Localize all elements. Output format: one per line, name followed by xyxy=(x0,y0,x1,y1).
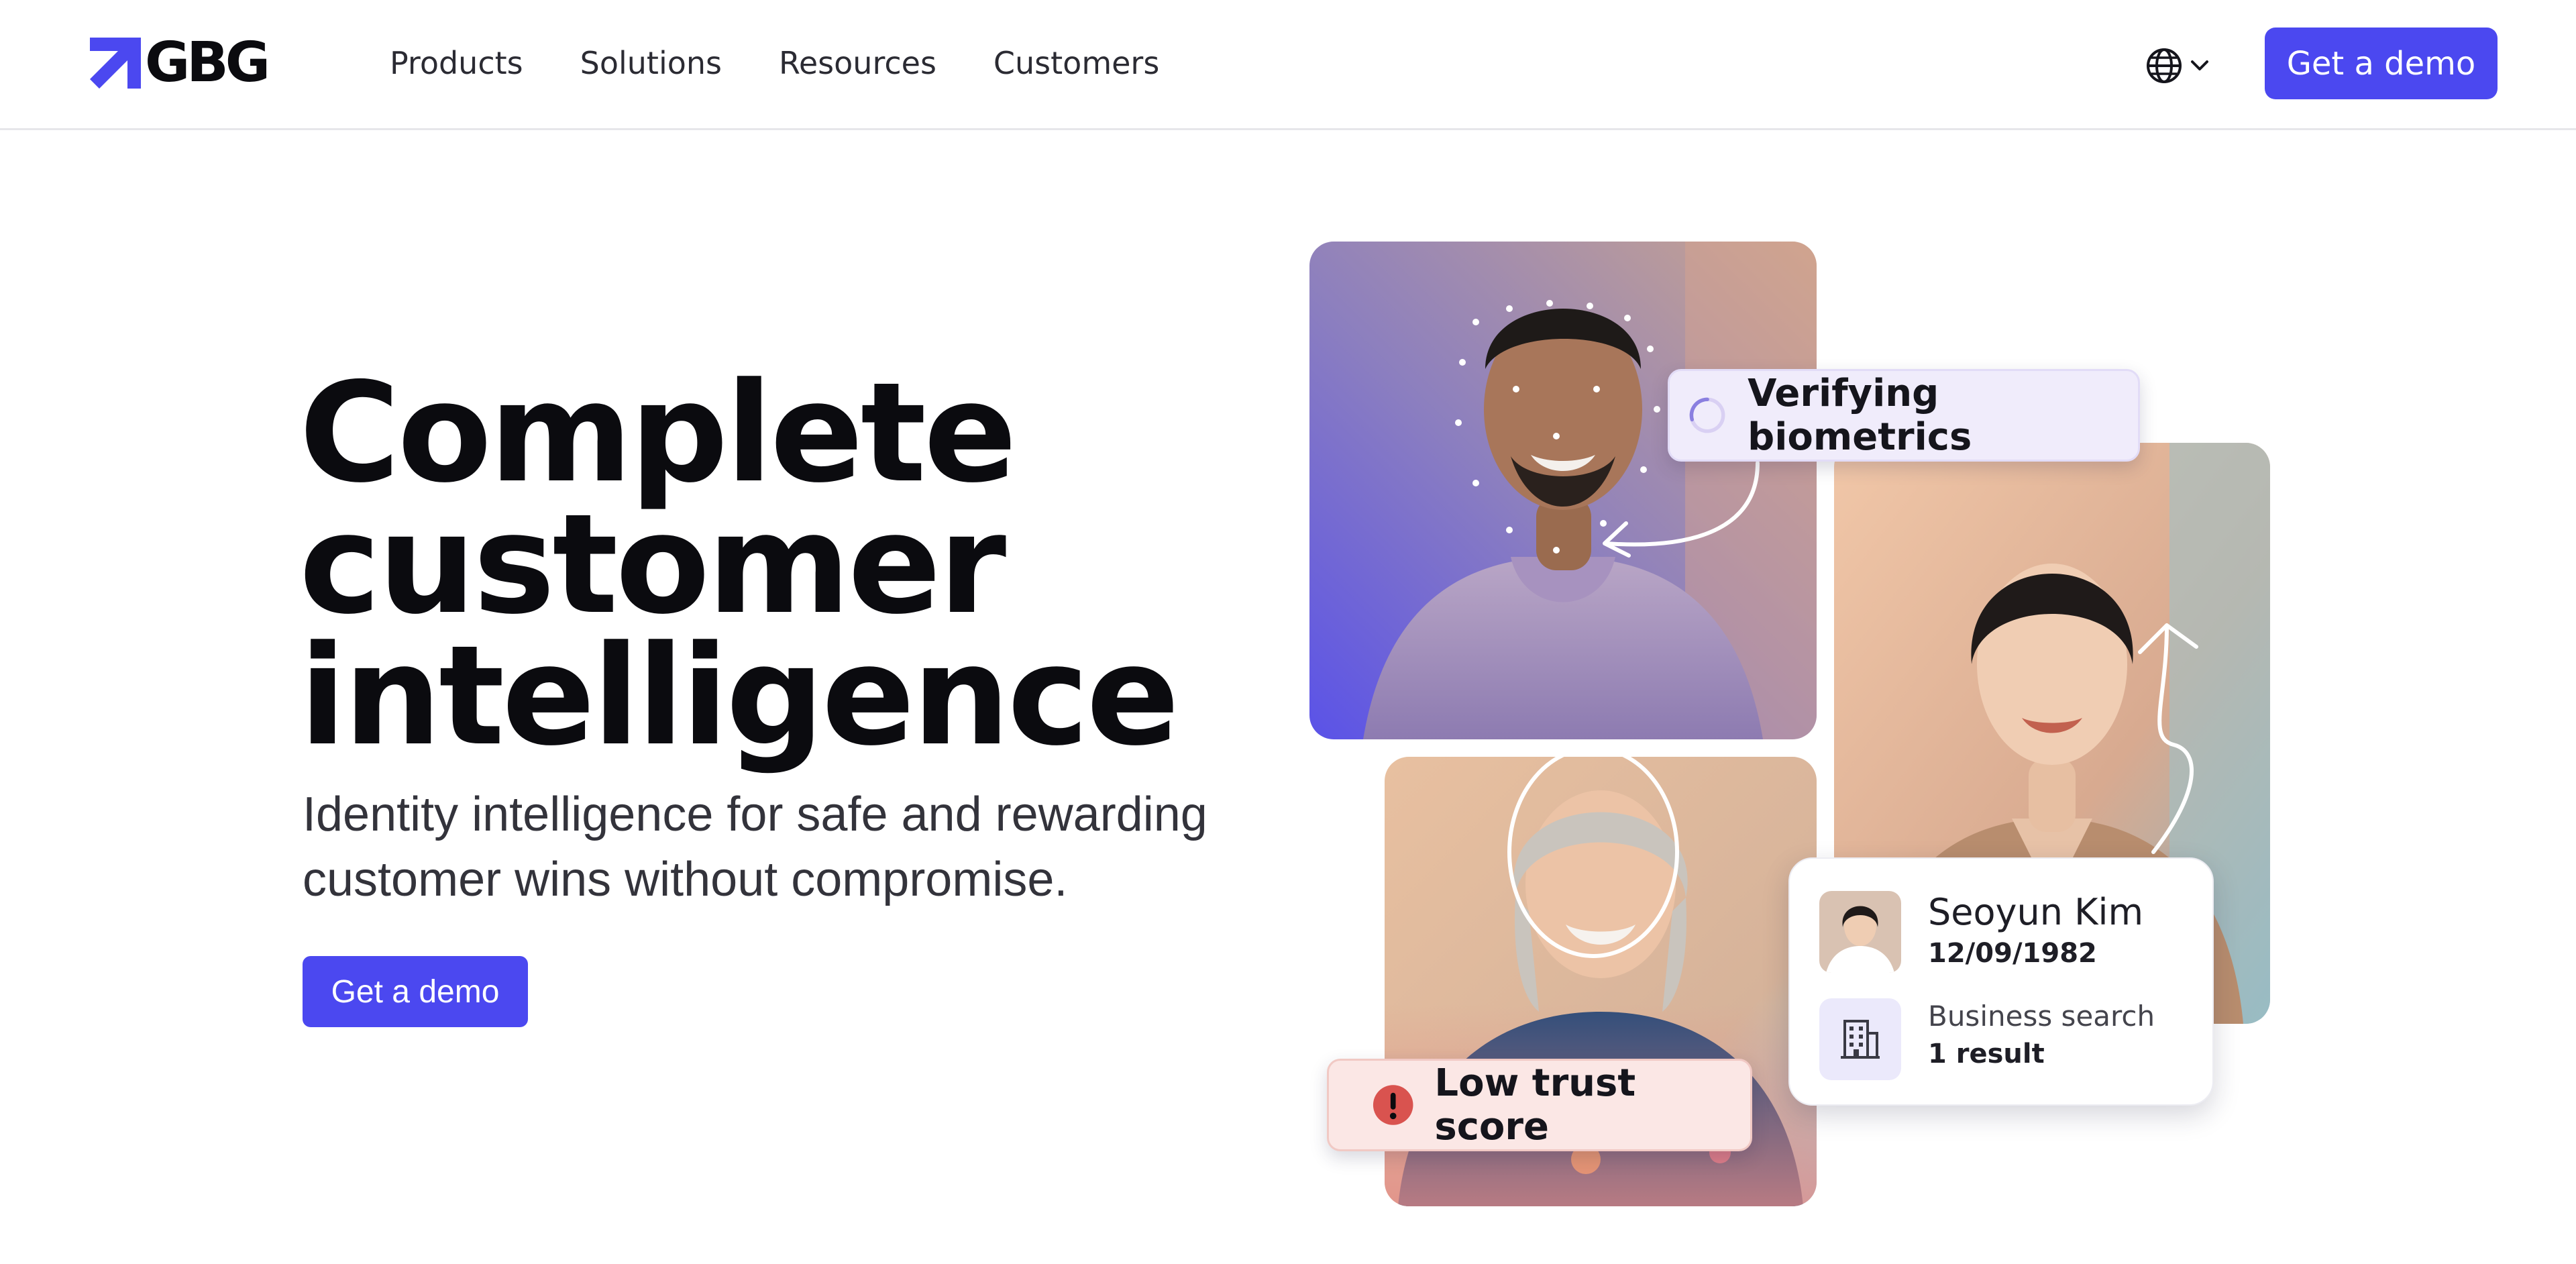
hero-get-demo-button[interactable]: Get a demo xyxy=(303,956,528,1027)
site-header: GBG Products Solutions Resources Custome… xyxy=(0,0,2576,130)
low-trust-score-chip: Low trust score xyxy=(1327,1059,1752,1151)
globe-icon xyxy=(2147,48,2182,83)
profile-name: Seoyun Kim xyxy=(1928,891,2144,933)
hero-title-line: customer xyxy=(299,485,1006,645)
man-portrait-photo xyxy=(1309,242,1817,739)
nav-products[interactable]: Products xyxy=(390,42,523,85)
business-search-result: 1 result xyxy=(1928,1039,2045,1069)
nav-resources[interactable]: Resources xyxy=(779,42,936,85)
header-get-demo-button[interactable]: Get a demo xyxy=(2265,28,2498,99)
business-search-label: Business search xyxy=(1928,1000,2155,1033)
hero-title-line: intelligence xyxy=(299,617,1179,776)
language-selector[interactable] xyxy=(2145,47,2211,85)
verifying-biometrics-label: Verifying biometrics xyxy=(1748,372,1972,459)
brand-name: GBG xyxy=(145,31,270,95)
hero-title: Complete customer intelligence xyxy=(299,354,1238,776)
chevron-down-icon xyxy=(2191,60,2208,70)
gbg-logo[interactable]: GBG xyxy=(90,31,270,95)
verifying-biometrics-chip: Verifying biometrics xyxy=(1668,369,2140,462)
profile-dob: 12/09/1982 xyxy=(1928,938,2097,969)
alert-icon xyxy=(1373,1085,1413,1125)
hero-title-line: Complete xyxy=(299,354,1017,513)
low-trust-score-label: Low trust score xyxy=(1434,1061,1636,1149)
spinner-icon xyxy=(1689,397,1725,433)
profile-info-card: Seoyun Kim 12/09/1982 Business search 1 … xyxy=(1788,857,2214,1106)
nav-solutions[interactable]: Solutions xyxy=(580,42,722,85)
arrow-up-right-icon xyxy=(90,38,141,89)
building-icon xyxy=(1819,998,1901,1080)
avatar xyxy=(1819,891,1901,973)
main-nav: Products Solutions Resources Customers xyxy=(390,42,1216,85)
hero-subtitle: Identity intelligence for safe and rewar… xyxy=(303,788,1208,906)
nav-customers[interactable]: Customers xyxy=(994,42,1159,85)
